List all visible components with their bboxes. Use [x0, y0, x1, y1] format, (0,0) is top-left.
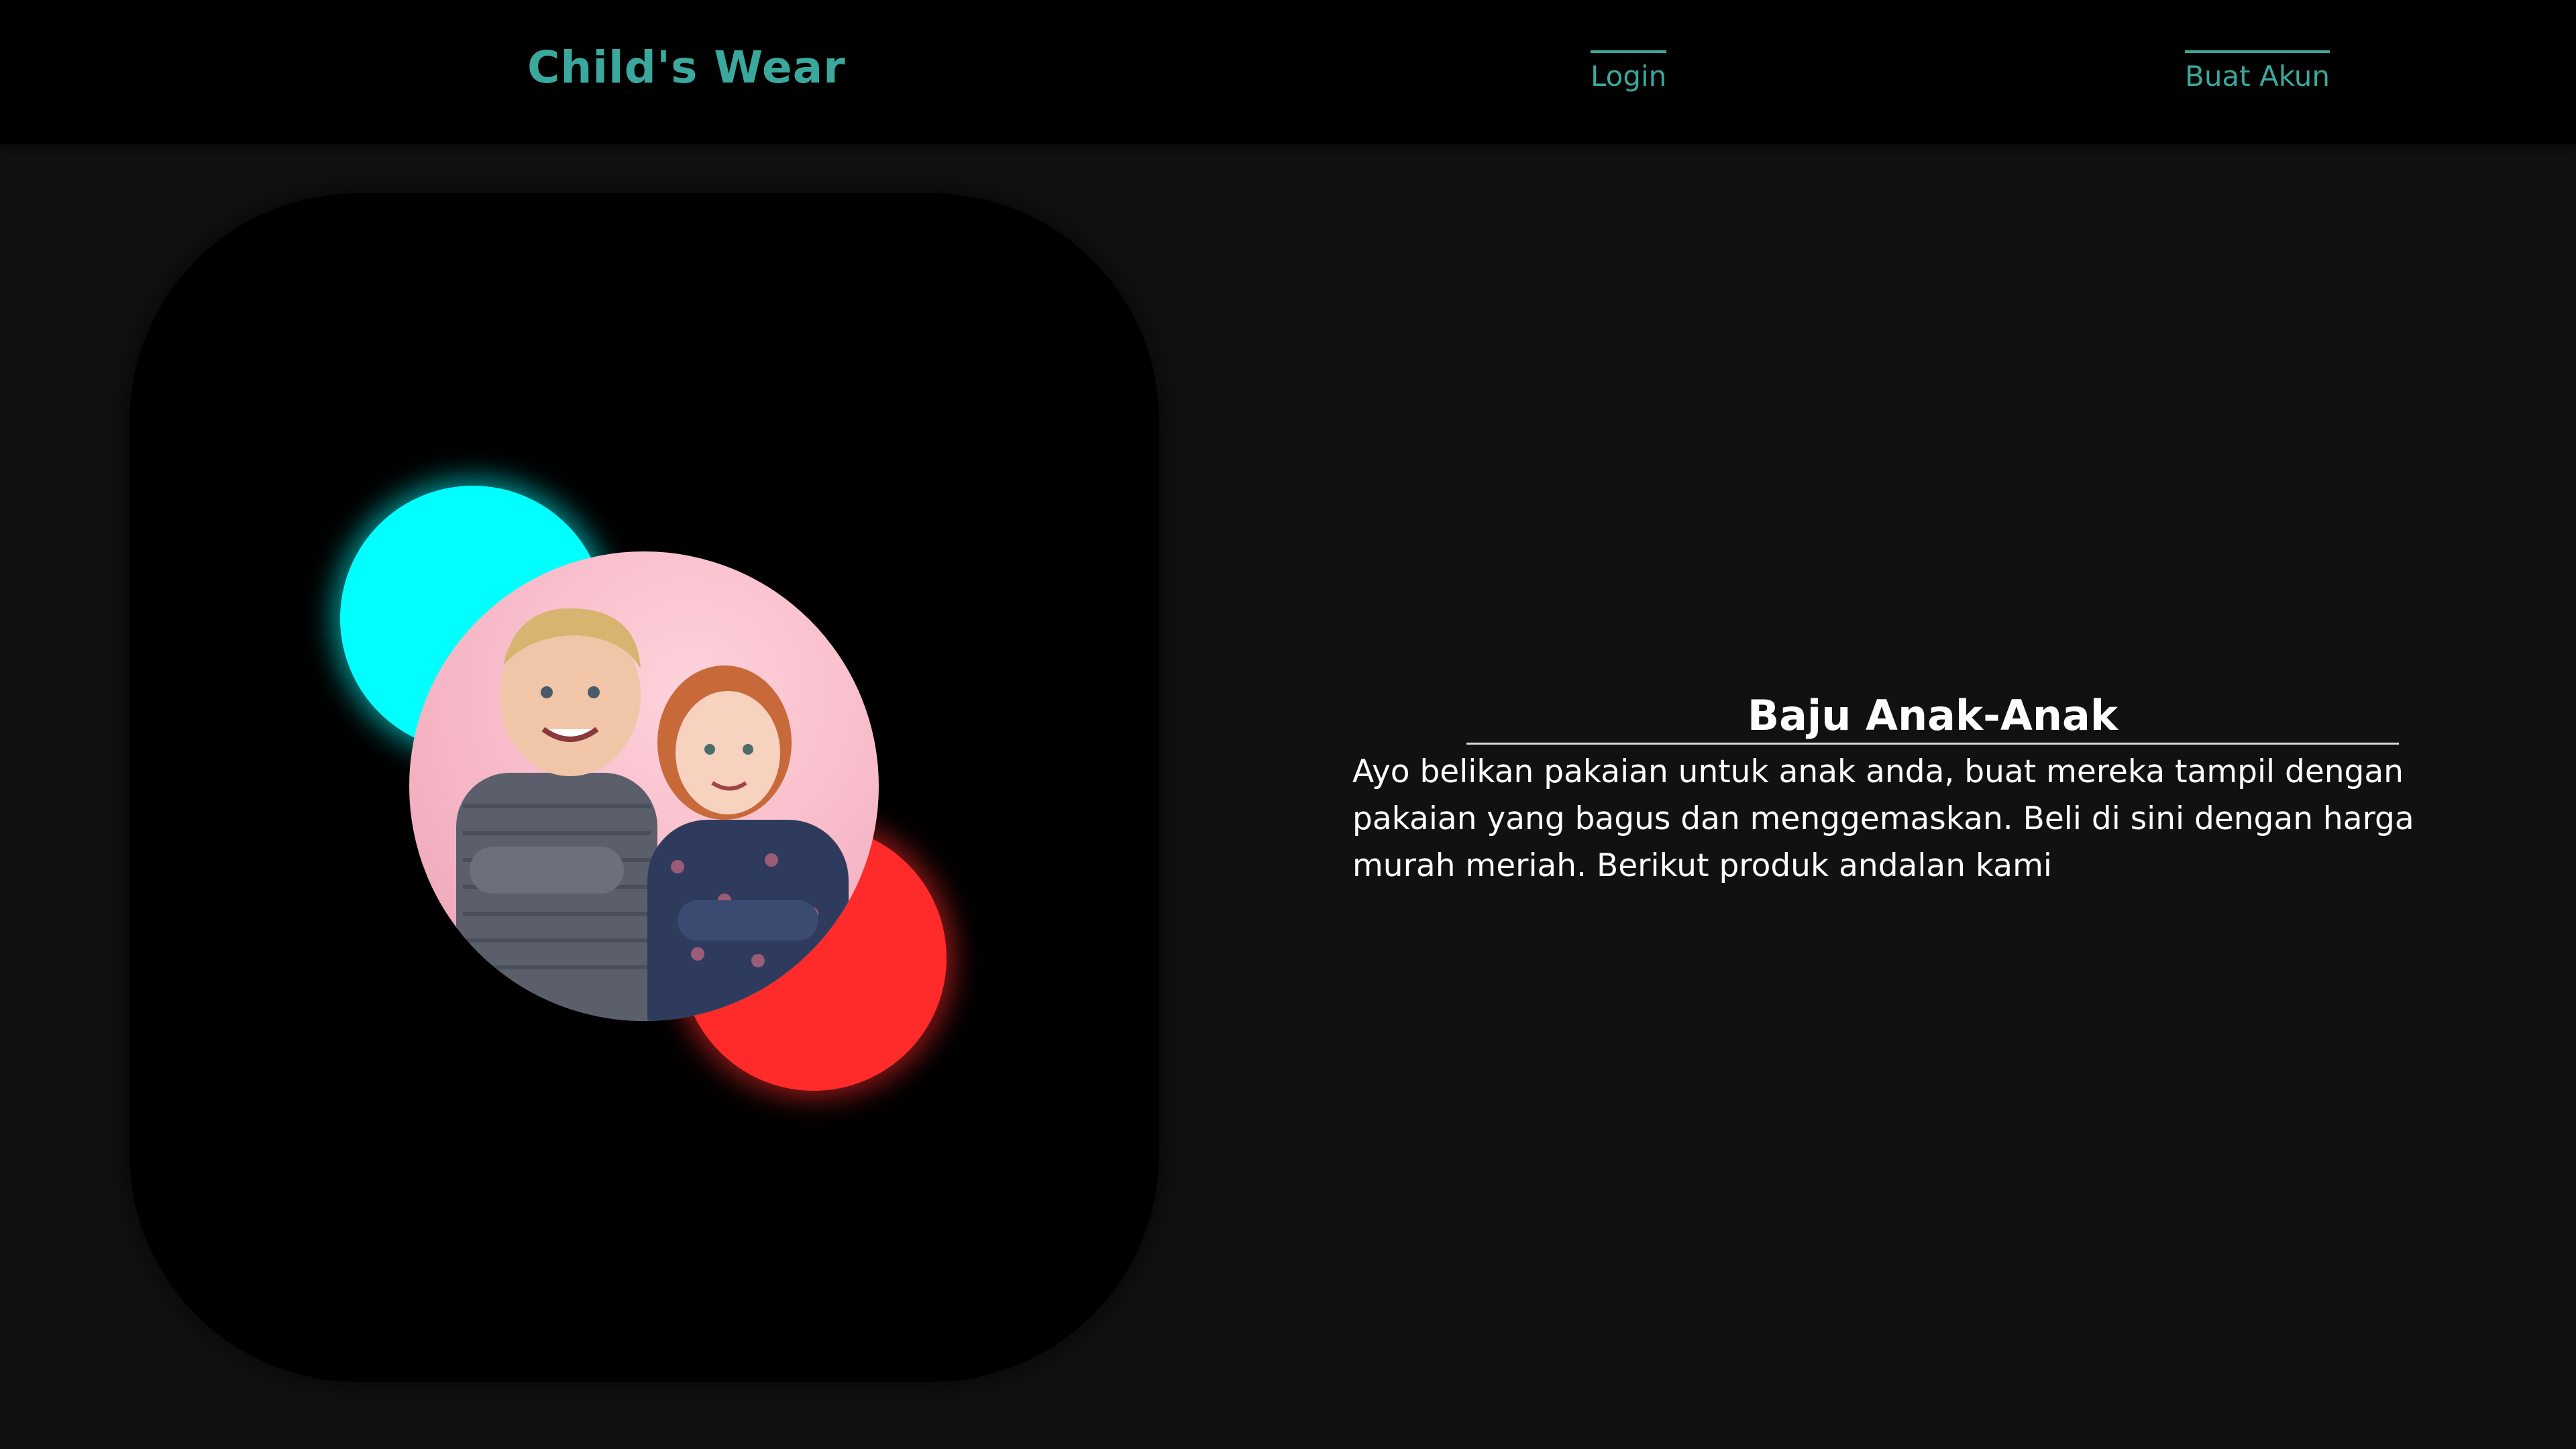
navbar: Child's Wear Login Buat Akun	[0, 0, 2576, 144]
login-link[interactable]: Login	[1591, 50, 1667, 93]
brand-logo[interactable]: Child's Wear	[527, 42, 846, 93]
hero-description: Ayo belikan pakaian untuk anak anda, bua…	[1352, 753, 2414, 884]
hero-photo	[409, 551, 879, 1021]
hero-content: Baju Anak-Anak Ayo belikan pakaian untuk…	[1352, 691, 2479, 921]
signup-link[interactable]: Buat Akun	[2185, 50, 2330, 93]
page-title: Baju Anak-Anak	[1466, 691, 2399, 745]
children-illustration	[456, 608, 849, 1021]
